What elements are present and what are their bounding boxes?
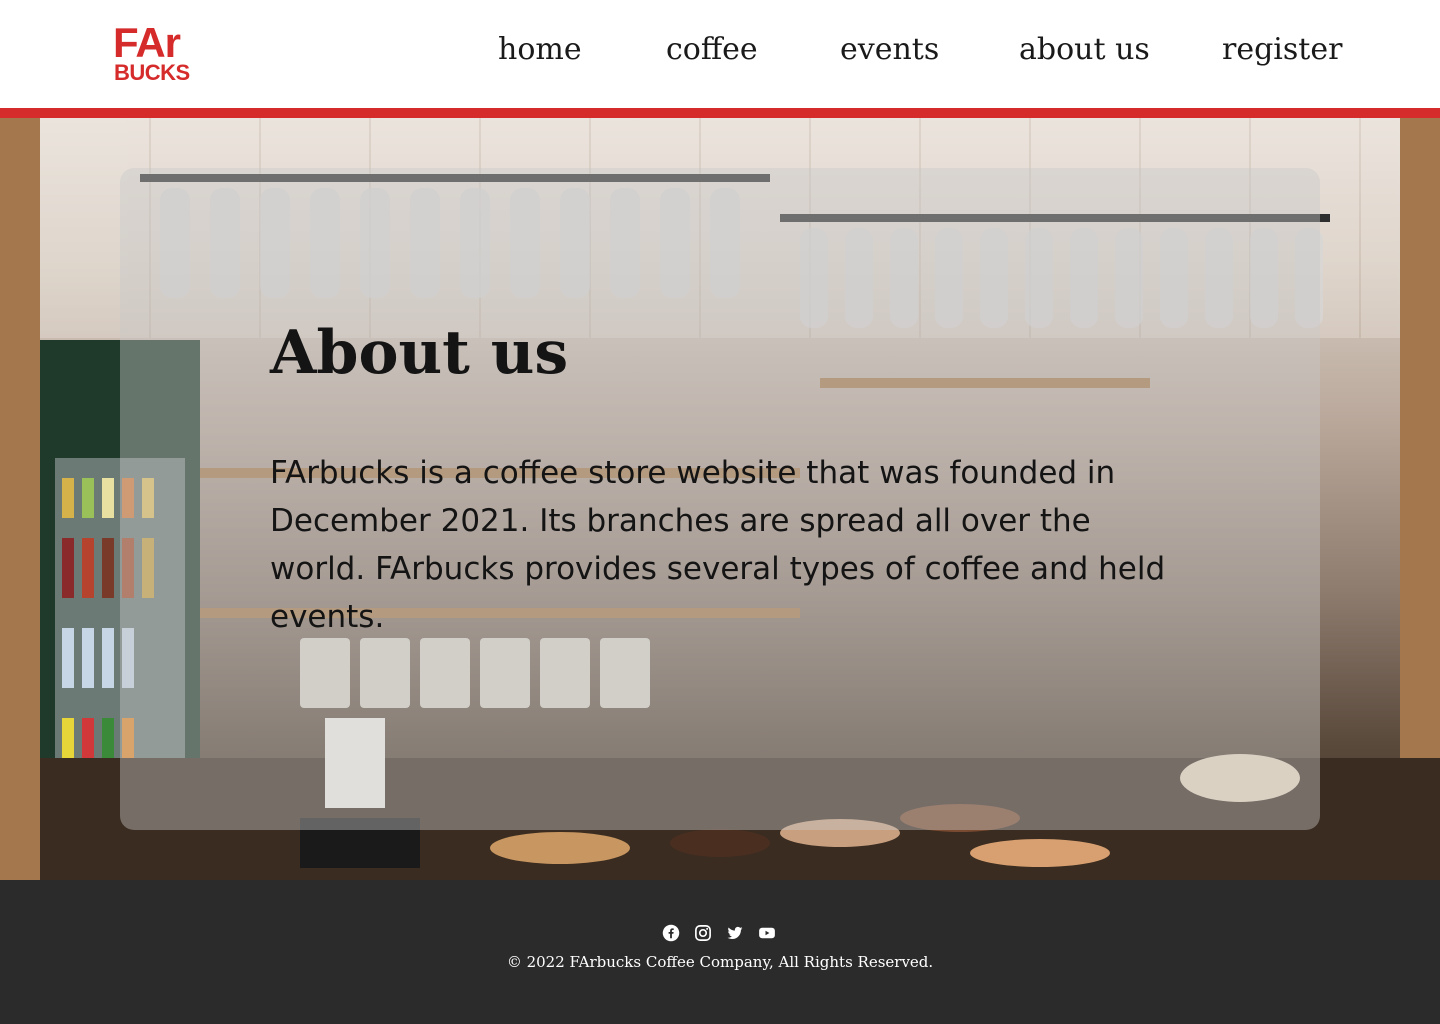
hero-section: About us FArbucks is a coffee store webs… (0, 118, 1440, 880)
header-red-bar (0, 108, 1440, 118)
youtube-icon[interactable] (758, 924, 776, 942)
nav-register[interactable]: register (1222, 32, 1342, 67)
main-nav: home coffee events about us register (0, 32, 1440, 76)
page-title: About us (270, 318, 569, 388)
facebook-icon[interactable] (662, 924, 680, 942)
nav-events[interactable]: events (840, 32, 939, 67)
nav-home[interactable]: home (498, 32, 582, 67)
twitter-icon[interactable] (726, 924, 744, 942)
social-links (662, 924, 782, 944)
nav-coffee[interactable]: coffee (666, 32, 758, 67)
instagram-icon[interactable] (694, 924, 712, 942)
copyright-text: © 2022 FArbucks Coffee Company, All Righ… (506, 953, 934, 971)
site-footer: © 2022 FArbucks Coffee Company, All Righ… (0, 880, 1440, 1024)
about-description: FArbucks is a coffee store website that … (270, 455, 1166, 635)
site-header: FAr BUCKS home coffee events about us re… (0, 0, 1440, 108)
nav-about-us[interactable]: about us (1019, 32, 1150, 67)
